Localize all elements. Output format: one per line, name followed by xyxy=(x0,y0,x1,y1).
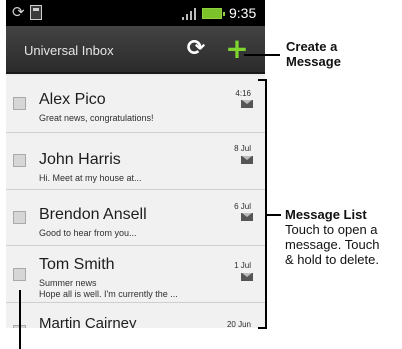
list-bracket-vertical xyxy=(265,79,267,329)
envelope-icon xyxy=(241,100,253,108)
message-checkbox[interactable] xyxy=(13,211,26,224)
list-item[interactable]: Tom Smith Summer news Hope all is well. … xyxy=(6,246,265,303)
list-item[interactable]: Brendon Ansell Good to hear from you... … xyxy=(6,190,265,246)
list-bracket-pointer xyxy=(265,214,281,216)
envelope-icon xyxy=(241,213,253,221)
checkbox-pointer-line xyxy=(19,290,21,349)
list-item[interactable]: Alex Pico Great news, congratulations! 4… xyxy=(6,76,265,133)
message-snippet: Good to hear from you... xyxy=(39,228,137,238)
status-bar: ⟳ 9:35 xyxy=(6,0,265,26)
create-message-callout: Create a Message xyxy=(286,39,341,69)
sender-name: Alex Pico xyxy=(39,91,106,108)
list-callout-desc1: Touch to open a xyxy=(285,222,378,237)
sender-name: Tom Smith xyxy=(39,256,115,273)
sender-name: John Harris xyxy=(39,151,121,168)
message-snippet: Great news, congratulations! xyxy=(39,113,154,123)
app-bar: Universal Inbox ⟳ + xyxy=(6,26,265,74)
message-list-callout: Message List Touch to open a message. To… xyxy=(285,207,379,267)
message-date: 1 Jul xyxy=(234,261,251,270)
message-date: 8 Jul xyxy=(234,144,251,153)
list-callout-desc2: message. Touch xyxy=(285,237,380,252)
app-title: Universal Inbox xyxy=(24,43,114,58)
message-list: Alex Pico Great news, congratulations! 4… xyxy=(6,76,265,328)
message-date: 20 Jun xyxy=(226,320,251,328)
sd-card-icon xyxy=(30,5,42,20)
message-checkbox[interactable] xyxy=(13,268,26,281)
create-callout-line2: Message xyxy=(286,54,341,69)
message-checkbox[interactable] xyxy=(13,154,26,167)
sync-icon: ⟳ xyxy=(12,3,25,21)
message-snippet: Hi. Meet at my house at... xyxy=(39,173,142,183)
list-bracket-bottom xyxy=(258,327,267,329)
message-date: 4:16 xyxy=(235,89,251,98)
envelope-icon xyxy=(241,273,253,281)
list-item[interactable]: John Harris Hi. Meet at my house at... 8… xyxy=(6,133,265,190)
message-date: 6 Jul xyxy=(234,202,251,211)
list-item[interactable]: Martin Cairney 20 Jun xyxy=(6,303,265,328)
envelope-icon xyxy=(241,156,253,164)
list-callout-title: Message List xyxy=(285,207,367,222)
message-checkbox[interactable] xyxy=(13,97,26,110)
signal-icon xyxy=(182,8,196,20)
create-callout-line xyxy=(244,54,280,56)
status-time: 9:35 xyxy=(229,5,257,21)
refresh-icon[interactable]: ⟳ xyxy=(181,34,211,64)
phone-screen: ⟳ 9:35 Universal Inbox ⟳ + Alex Pico Gre… xyxy=(6,0,265,328)
list-callout-desc3: & hold to delete. xyxy=(285,252,379,267)
battery-icon xyxy=(202,8,225,19)
sender-name: Brendon Ansell xyxy=(39,206,147,223)
message-snippet: Summer news xyxy=(39,278,97,288)
plus-icon[interactable]: + xyxy=(222,32,252,66)
message-snippet-line2: Hope all is well. I'm currently the ... xyxy=(39,289,178,299)
sender-name: Martin Cairney xyxy=(39,315,137,328)
create-callout-line1: Create a xyxy=(286,39,338,54)
